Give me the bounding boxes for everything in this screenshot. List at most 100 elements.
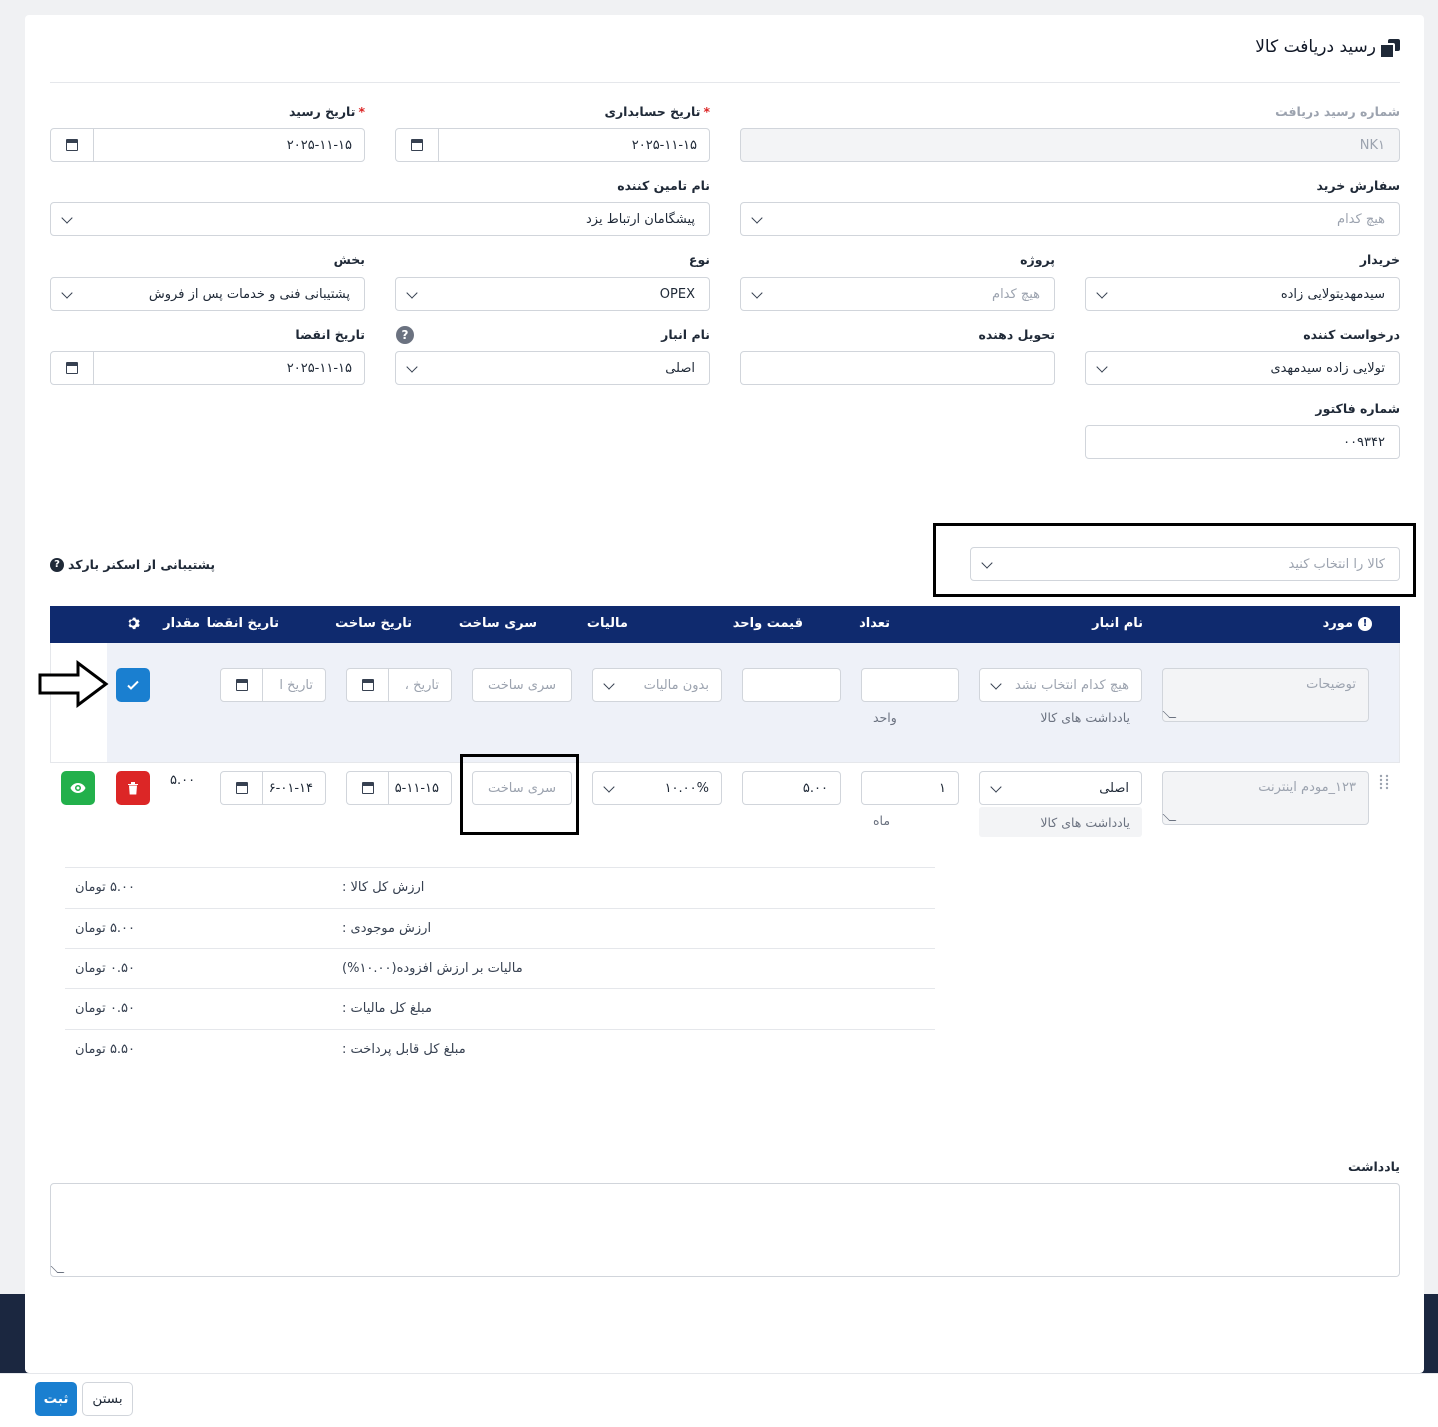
calendar-icon[interactable]	[347, 772, 389, 804]
receipt-date-value: ۲۰۲۵-۱۱-۱۵	[286, 137, 352, 153]
new-row-expiry-date[interactable]: تاریخ ا	[220, 668, 326, 702]
deliverer-input[interactable]	[740, 351, 1055, 385]
view-row-button[interactable]	[61, 771, 95, 805]
expiry-date-field[interactable]: ۲۰۲۵-۱۱-۱۵	[50, 351, 365, 385]
new-row-tax-value: بدون مالیات	[643, 677, 709, 693]
new-row-production-date[interactable]: تاریخ ،	[346, 668, 452, 702]
calendar-icon[interactable]	[221, 772, 263, 804]
chevron-down-icon	[603, 678, 615, 690]
new-row-notes[interactable]: یادداشت های کالا	[1040, 710, 1130, 725]
summary-vat-label: مالیات بر ارزش افزوده(۱۰.۰۰%)	[342, 961, 523, 976]
delete-row-button[interactable]	[116, 771, 150, 805]
row-production-date[interactable]: ۵-۱۱-۱۵	[346, 771, 452, 805]
warehouse-label: نام انبار	[661, 327, 710, 342]
summary-payable-value: ۵.۵۰ تومان	[75, 1042, 136, 1057]
drag-handle-icon[interactable]	[1379, 774, 1389, 790]
chevron-down-icon	[1096, 361, 1108, 373]
footer-bar	[0, 1373, 1438, 1427]
calendar-icon[interactable]	[51, 352, 94, 384]
department-label: بخش	[333, 252, 365, 267]
accounting-date-label-text: تاریخ حسابداری	[604, 104, 701, 119]
purchase-order-label: سفارش خرید	[1316, 178, 1400, 193]
supplier-select[interactable]: پیشگامان ارتباط یزد	[50, 202, 710, 236]
product-select-placeholder: کالا را انتخاب کنید	[1288, 556, 1385, 572]
chevron-down-icon	[406, 361, 418, 373]
chevron-down-icon	[751, 287, 763, 299]
resize-handle[interactable]	[1162, 711, 1177, 718]
barcode-label: پشتیبانی از اسکنر بارکد	[68, 557, 216, 572]
chevron-down-icon	[751, 212, 763, 224]
eye-icon	[70, 783, 86, 793]
buyer-value: سیدمهدیتولایی زاده	[1280, 286, 1385, 302]
supplier-value: پیشگامان ارتباط یزد	[585, 211, 695, 227]
th-amount: مقدار	[163, 616, 200, 631]
description-input[interactable]: توضیحات	[1162, 668, 1369, 722]
buyer-select[interactable]: سیدمهدیتولایی زاده	[1085, 277, 1400, 311]
type-select[interactable]: OPEX	[395, 277, 710, 311]
receipt-date-field[interactable]: ۲۰۲۵-۱۱-۱۵	[50, 128, 365, 162]
chevron-down-icon	[603, 781, 615, 793]
note-textarea[interactable]	[50, 1183, 1400, 1277]
supplier-label: نام تامین کننده	[617, 178, 710, 193]
calendar-icon[interactable]	[51, 129, 94, 161]
help-icon[interactable]: ?	[396, 326, 414, 344]
warehouse-value: اصلی	[665, 360, 695, 376]
info-icon: !	[1358, 616, 1372, 631]
chevron-down-icon	[990, 781, 1002, 793]
summary-total-tax-label: مبلغ کل مالیات :	[342, 1001, 432, 1016]
submit-button[interactable]: ثبت	[35, 1382, 77, 1416]
th-item-label: مورد	[1322, 616, 1353, 631]
new-row-unit: واحد	[873, 710, 897, 725]
new-row-warehouse-select[interactable]: هیچ کدام انتخاب نشد	[979, 668, 1142, 702]
row-expiry-date[interactable]: ۶-۰۱-۱۴	[220, 771, 326, 805]
requester-label: درخواست کننده	[1303, 327, 1400, 342]
gear-icon[interactable]	[126, 616, 140, 630]
chevron-down-icon	[1096, 287, 1108, 299]
invoice-number-input[interactable]: ۰۰۹۳۴۲	[1085, 425, 1400, 459]
summary-divider	[65, 948, 935, 949]
new-row-unit-price-input[interactable]	[742, 668, 841, 702]
accounting-date-label: *تاریخ حسابداری	[605, 104, 710, 119]
project-select[interactable]: هیچ کدام	[740, 277, 1055, 311]
requester-select[interactable]: تولایی زاده سیدمهدی	[1085, 351, 1400, 385]
table-row-description[interactable]: ۱۲۳_مودم اینترنت	[1162, 771, 1369, 825]
chevron-down-icon	[406, 287, 418, 299]
new-row-tax-select[interactable]: بدون مالیات	[592, 668, 722, 702]
expiry-date-label: تاریخ انقضا	[295, 327, 365, 342]
accounting-date-field[interactable]: ۲۰۲۵-۱۱-۱۵	[395, 128, 710, 162]
warehouse-select[interactable]: اصلی	[395, 351, 710, 385]
receipt-number-field: NK۱	[740, 128, 1400, 162]
resize-handle[interactable]	[50, 1266, 65, 1273]
row-amount: ۵.۰۰	[170, 773, 196, 788]
th-unit-price: قیمت واحد	[732, 616, 803, 631]
new-row-quantity-input[interactable]	[861, 668, 959, 702]
row-production-date-value: ۵-۱۱-۱۵	[394, 780, 439, 796]
department-value: پشتیبانی فنی و خدمات پس از فروش	[148, 286, 350, 302]
calendar-icon[interactable]	[221, 669, 263, 701]
title-divider	[50, 82, 1400, 83]
summary-divider	[65, 867, 935, 868]
row-description-text: ۱۲۳_مودم اینترنت	[1258, 780, 1356, 795]
summary-vat-value: ۰.۵۰ تومان	[75, 961, 136, 976]
department-select[interactable]: پشتیبانی فنی و خدمات پس از فروش	[50, 277, 365, 311]
row-notes[interactable]: یادداشت های کالا	[979, 807, 1142, 837]
new-row-batch-input[interactable]: سری ساخت	[472, 668, 572, 702]
calendar-icon[interactable]	[347, 669, 389, 701]
row-unit-price-input[interactable]: ۵.۰۰	[742, 771, 841, 805]
chevron-down-icon	[990, 678, 1002, 690]
purchase-order-select[interactable]: هیچ کدام	[740, 202, 1400, 236]
help-icon[interactable]: ?	[50, 557, 64, 572]
row-quantity-input[interactable]: ۱	[861, 771, 959, 805]
row-warehouse-select[interactable]: اصلی	[979, 771, 1142, 805]
note-label: یادداشت	[1347, 1159, 1400, 1174]
row-tax-select[interactable]: ۱۰.۰۰%	[592, 771, 722, 805]
close-button[interactable]: بستن	[82, 1382, 133, 1416]
resize-handle[interactable]	[1162, 814, 1177, 821]
row-unit-price-value: ۵.۰۰	[802, 780, 828, 796]
row-batch-input[interactable]: سری ساخت	[472, 771, 572, 805]
product-select[interactable]: کالا را انتخاب کنید	[970, 547, 1400, 581]
add-item-button[interactable]	[116, 668, 150, 702]
calendar-icon[interactable]	[396, 129, 439, 161]
project-label: پروژه	[1020, 252, 1055, 267]
summary-divider	[65, 908, 935, 909]
